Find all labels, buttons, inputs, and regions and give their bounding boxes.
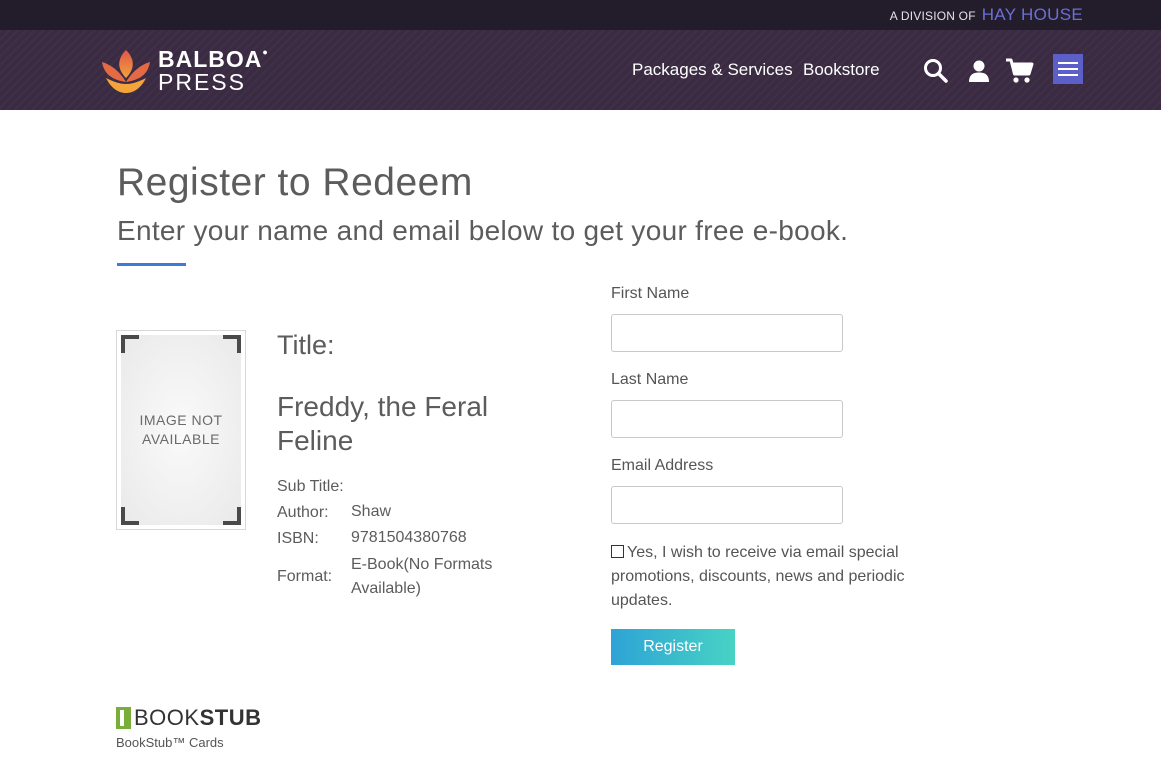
heading-divider: [117, 263, 186, 266]
user-icon[interactable]: [964, 56, 994, 86]
division-prefix: A DIVISION OF: [889, 9, 976, 23]
format-value: E-Book(No Formats Available): [351, 556, 493, 597]
page-subtitle: Enter your name and email below to get y…: [117, 215, 849, 246]
last-name-label: Last Name: [611, 371, 689, 388]
cart-icon[interactable]: [1005, 56, 1035, 86]
register-button[interactable]: Register: [611, 629, 735, 665]
nav-bookstore[interactable]: Bookstore: [803, 60, 880, 80]
bookstub-logo: BOOKSTUB: [116, 707, 261, 729]
first-name-field[interactable]: [611, 314, 843, 352]
format-label: Format:: [277, 568, 333, 585]
author-value: Shaw: [351, 503, 392, 520]
hamburger-menu-icon[interactable]: [1053, 54, 1083, 84]
first-name-label: First Name: [611, 285, 690, 302]
consent-checkbox[interactable]: [611, 545, 624, 558]
hay-house-link[interactable]: HAY HOUSE: [982, 5, 1083, 25]
logo-line-press: PRESS: [158, 69, 246, 95]
search-icon[interactable]: [921, 56, 951, 86]
balboa-press-logo[interactable]: BALBOA● PRESS: [98, 48, 269, 94]
last-name-field[interactable]: [611, 400, 843, 438]
logo-line-balboa: BALBOA●: [158, 46, 269, 72]
subtitle-label: Sub Title:: [277, 478, 344, 495]
isbn-label: ISBN:: [277, 530, 319, 547]
image-not-available-text: IMAGE NOT AVAILABLE: [139, 412, 223, 447]
nav-packages-services[interactable]: Packages & Services: [632, 60, 793, 80]
book-cover-placeholder: IMAGE NOT AVAILABLE: [116, 330, 246, 530]
top-strip: A DIVISION OF HAY HOUSE: [0, 0, 1161, 30]
site-header: BALBOA● PRESS Packages & Services Bookst…: [0, 30, 1161, 110]
bookstub-mark-icon: [116, 707, 131, 729]
division-notice[interactable]: A DIVISION OF HAY HOUSE: [890, 5, 1083, 25]
consent-row: Yes, I wish to receive via email special…: [611, 541, 921, 613]
title-label: Title:: [277, 330, 335, 360]
book-title: Freddy, the Feral Feline: [277, 391, 489, 456]
bookstub-caption: BookStub™ Cards: [116, 735, 224, 750]
lotus-icon: [102, 50, 150, 93]
isbn-value: 9781504380768: [351, 529, 467, 546]
author-label: Author:: [277, 504, 329, 521]
consent-text: Yes, I wish to receive via email special…: [611, 544, 905, 609]
page-title: Register to Redeem: [117, 161, 473, 204]
email-field[interactable]: [611, 486, 843, 524]
email-label: Email Address: [611, 457, 714, 474]
